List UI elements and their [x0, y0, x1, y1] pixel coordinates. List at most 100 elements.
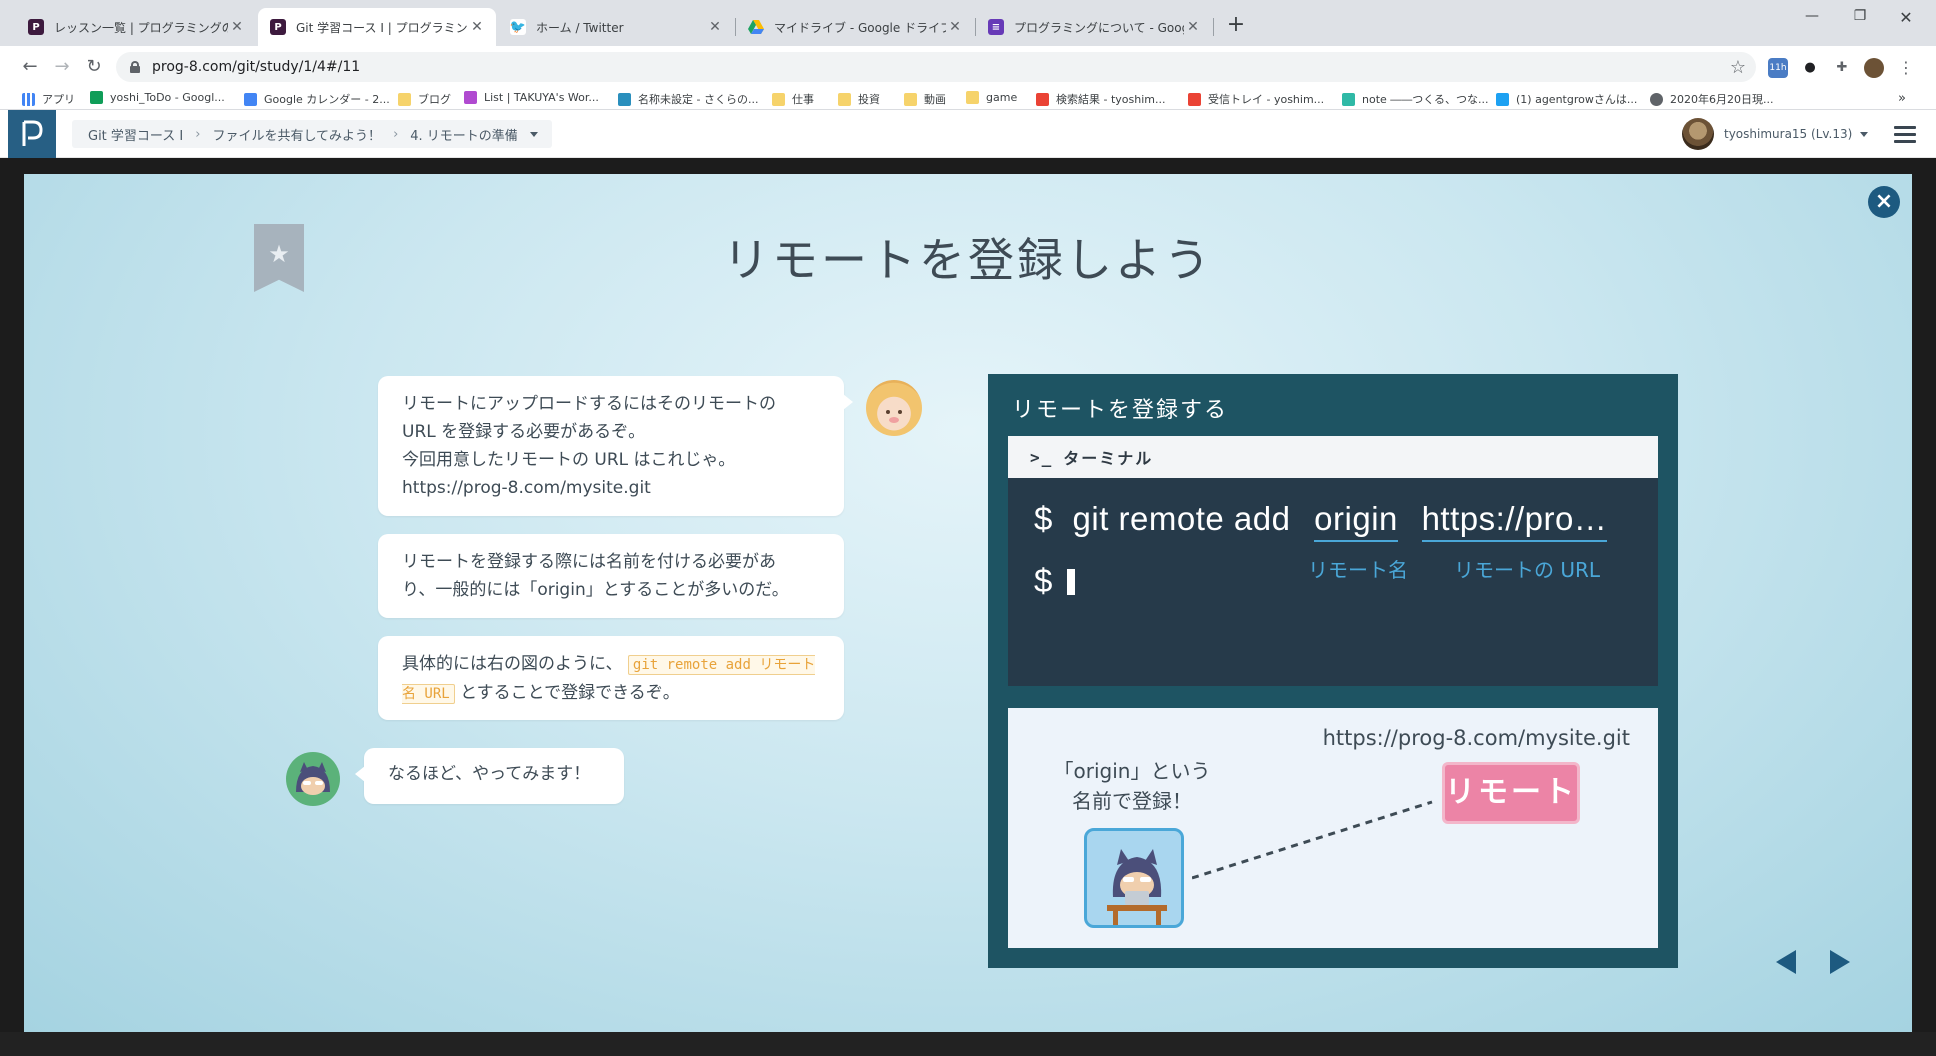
remote-badge: リモート [1442, 762, 1580, 824]
browser-tabstrip: P レッスン一覧 | プログラミングの入門な ✕ P Git 学習コース I |… [0, 0, 1936, 46]
google-forms-icon: ≡ [988, 19, 1004, 35]
tab-title: Git 学習コース I | プログラミングの入門 [296, 20, 468, 35]
remote-diagram: https://prog-8.com/mysite.git リモート 「orig… [1008, 708, 1658, 948]
breadcrumb-course[interactable]: Git 学習コース I [88, 125, 183, 144]
close-icon[interactable]: ✕ [1184, 19, 1202, 35]
caret-down-icon[interactable] [529, 131, 538, 137]
browser-tab[interactable]: 🐦 ホーム / Twitter ✕ [498, 8, 734, 46]
next-arrow-icon[interactable] [1830, 950, 1850, 974]
terminal-window: >_ ターミナル $ git remote add origin https:/… [1008, 436, 1658, 686]
bookmark-item[interactable]: yoshi_ToDo - Googl... [90, 91, 225, 104]
browser-tab-active[interactable]: P Git 学習コース I | プログラミングの入門 ✕ [258, 8, 496, 46]
minimize-icon[interactable]: — [1792, 8, 1832, 24]
calendar-icon [244, 92, 257, 106]
bookmark-item[interactable]: Google カレンダー - 2... [244, 91, 390, 107]
bookmarks-overflow-icon[interactable]: » [1898, 91, 1906, 106]
progate-logo-icon[interactable] [8, 110, 56, 158]
gmail-icon [1188, 92, 1201, 106]
bookmark-item[interactable]: 仕事 [772, 91, 814, 107]
bookmark-item[interactable]: game [966, 91, 1017, 104]
bookmark-item[interactable]: ブログ [398, 91, 451, 107]
bookmark-item[interactable]: 受信トレイ - yoshim... [1188, 91, 1324, 107]
restore-icon[interactable]: ❐ [1840, 8, 1880, 24]
slide-modal: × ★ リモートを登録しよう リモートにアップロードするにはそのリモートの UR… [24, 174, 1912, 1032]
extensions-puzzle-icon[interactable]: ✚ [1832, 58, 1852, 78]
sheep-teacher-avatar [866, 380, 922, 436]
browser-tab[interactable]: P レッスン一覧 | プログラミングの入門な ✕ [16, 8, 256, 46]
folder-icon [772, 92, 785, 106]
terminal-cursor [1066, 569, 1075, 595]
slide-title: リモートを登録しよう [723, 233, 1213, 287]
reload-icon[interactable]: ↻ [82, 56, 106, 80]
address-bar[interactable]: prog-8.com/git/study/1/4#/11 [116, 52, 1756, 82]
dashed-connector [1192, 800, 1433, 880]
prev-arrow-icon[interactable] [1776, 950, 1796, 974]
tab-title: レッスン一覧 | プログラミングの入門な [54, 20, 228, 35]
note-remote-url: リモートの URL [1454, 558, 1601, 582]
progate-favicon-icon: P [28, 19, 44, 35]
terminal-prompt-icon: >_ [1030, 447, 1054, 467]
extension-chat-icon[interactable]: ● [1800, 58, 1820, 78]
bookmark-item[interactable]: 検索結果 - tyoshim... [1036, 91, 1165, 107]
breadcrumb-lesson[interactable]: 4. リモートの準備 [410, 125, 518, 144]
tab-title: プログラミングについて - Google フォー [1014, 20, 1184, 35]
site-header: Git 学習コース I › ファイルを共有してみよう！ › 4. リモートの準備… [0, 110, 1936, 158]
speech-bubble: リモートにアップロードするにはそのリモートの URL を登録する必要があるぞ。 … [378, 376, 853, 516]
bookmark-item[interactable]: 動画 [904, 91, 946, 107]
note-icon [1342, 92, 1355, 106]
remote-url: https://prog-8.com/mysite.git [1322, 726, 1630, 750]
diagram-panel: リモートを登録する >_ ターミナル $ git remote add orig… [988, 374, 1678, 968]
user-label: tyoshimura15 (Lv.13) [1724, 127, 1853, 141]
twitter-icon [1496, 92, 1509, 106]
site-icon [464, 91, 477, 104]
chevron-right-icon: › [393, 126, 399, 142]
bookmark-item[interactable]: 投資 [838, 91, 880, 107]
bookmark-item[interactable]: (1) agentgrowさんは... [1496, 91, 1637, 107]
globe-icon [1650, 92, 1663, 106]
bookmarks-bar: アプリ yoshi_ToDo - Googl... Google カレンダー -… [0, 88, 1936, 110]
ninja-student-avatar [286, 752, 340, 806]
avatar [1682, 118, 1714, 150]
chevron-right-icon: › [195, 126, 201, 142]
browser-tab[interactable]: マイドライブ - Google ドライブ ✕ [736, 8, 974, 46]
bookmark-item[interactable]: 名称未設定 - さくらの... [618, 91, 758, 107]
extension-calendar-icon[interactable]: 11h [1768, 58, 1788, 78]
gmail-icon [1036, 92, 1049, 106]
speech-bubble: リモートを登録する際には名前を付ける必要があ り、一般的には「origin」とす… [378, 534, 844, 618]
breadcrumb: Git 学習コース I › ファイルを共有してみよう！ › 4. リモートの準備 [72, 120, 552, 148]
close-icon[interactable]: ✕ [468, 19, 486, 35]
window-close-icon[interactable]: ✕ [1886, 8, 1926, 27]
apps-grid-icon [22, 92, 35, 106]
back-arrow-icon[interactable]: ← [18, 56, 42, 80]
profile-avatar-icon[interactable] [1864, 58, 1884, 78]
tab-title: マイドライブ - Google ドライブ [774, 20, 946, 35]
bookmark-apps[interactable]: アプリ [22, 91, 75, 107]
folder-icon [904, 92, 917, 106]
taskbar-strip [0, 1032, 1936, 1056]
browser-toolbar: ← → ↻ prog-8.com/git/study/1/4#/11 ☆ 11h… [0, 46, 1936, 88]
bookmark-item[interactable]: List | TAKUYA's Wor... [464, 91, 599, 104]
breadcrumb-chapter[interactable]: ファイルを共有してみよう！ [212, 125, 381, 144]
forward-arrow-icon[interactable]: → [50, 56, 74, 80]
progate-favicon-icon: P [270, 19, 286, 35]
terminal-command-line: $ git remote add origin https://pro… [1034, 500, 1608, 542]
bookmark-item[interactable]: note ――つくる、つな... [1342, 91, 1489, 107]
kebab-menu-icon[interactable]: ⋮ [1896, 58, 1916, 78]
note-remote-name: リモート名 [1308, 558, 1408, 582]
hamburger-menu-icon[interactable] [1894, 126, 1916, 144]
reply-bubble: なるほど、やってみます！ [355, 748, 624, 804]
browser-tab[interactable]: ≡ プログラミングについて - Google フォー ✕ [976, 8, 1212, 46]
slide-nav [1776, 950, 1850, 974]
speech-bubble: 具体的には右の図のように、 git remote add リモート名 URL と… [378, 636, 844, 720]
user-menu[interactable]: tyoshimura15 (Lv.13) [1682, 118, 1869, 150]
star-bookmark-icon[interactable]: ☆ [1728, 58, 1748, 78]
panel-title: リモートを登録する [1012, 398, 1229, 423]
bookmark-item[interactable]: 2020年6月20日現... [1650, 91, 1773, 107]
close-icon[interactable]: ✕ [706, 19, 724, 35]
close-icon[interactable]: ✕ [946, 19, 964, 35]
twitter-icon: 🐦 [509, 19, 527, 35]
new-tab-plus-icon[interactable]: + [1222, 12, 1250, 40]
folder-icon [398, 92, 411, 106]
close-icon[interactable]: × [1868, 186, 1900, 218]
close-icon[interactable]: ✕ [228, 19, 246, 35]
